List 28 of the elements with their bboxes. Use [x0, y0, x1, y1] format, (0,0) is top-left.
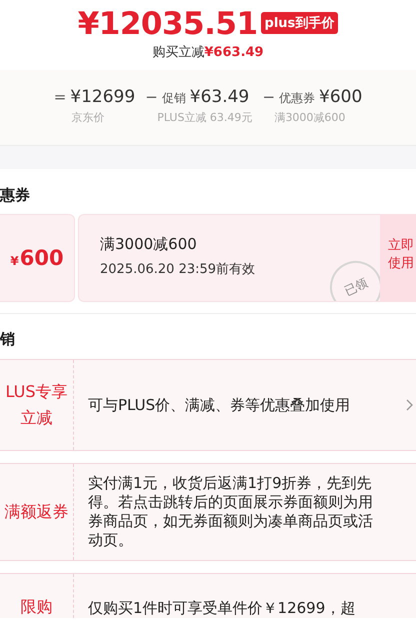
promotion-label: 限购	[0, 574, 74, 618]
price-badge: plus到手价	[260, 12, 338, 34]
coupon-validity: 2025.06.20 23:59前有效	[100, 261, 256, 278]
breakdown-label: 促销	[162, 90, 186, 107]
breakdown-value: ¥12699	[70, 87, 136, 107]
promotion-description: 可与PLUS价、满减、券等优惠叠加使用	[87, 394, 352, 416]
breakdown-note: PLUS立减 63.49元	[156, 110, 252, 125]
promotion-description: 仅购买1件时可享受单件价￥12699，超	[87, 598, 356, 618]
promotion-row[interactable]: 限购 仅购买1件时可享受单件价￥12699，超	[0, 573, 416, 618]
use-now-button[interactable]: 立即 使用	[380, 214, 416, 302]
saving-amount: ¥663.49	[204, 45, 264, 60]
operator-sign: =	[54, 88, 66, 106]
promotion-row[interactable]: 满额返券 实付满1元，收货后返满1打9折券，先到先得。若点击跳转后的页面展示券面额则为用券商品页，如无券面额则为凑单商品页或活动页。	[0, 463, 416, 561]
coupon-condition: 满3000减600	[100, 235, 198, 254]
breakdown-label: 优惠券	[279, 90, 316, 107]
operator-sign: −	[262, 88, 276, 106]
breakdown-value: ¥63.49	[190, 87, 250, 107]
breakdown-value: ¥600	[319, 87, 362, 107]
promotion-row[interactable]: LUS专享 立减 可与PLUS价、满减、券等优惠叠加使用	[0, 359, 416, 451]
coupon-amount: ¥600	[10, 246, 64, 270]
promotion-label: LUS专享 立减	[0, 360, 74, 450]
promotion-description: 实付满1元，收货后返满1打9折券，先到先得。若点击跳转后的页面展示券面额则为用券商品页，如无券面额则为凑单商品页或活动页。	[87, 473, 374, 551]
promotion-label: 满额返券	[0, 464, 74, 560]
operator-sign: −	[145, 88, 158, 106]
breakdown-note: 满3000减600	[273, 110, 346, 125]
price-amount: ¥12035.51	[78, 6, 258, 42]
saving-label: 购买立减	[152, 45, 204, 60]
breakdown-note: 京东价	[70, 110, 106, 125]
